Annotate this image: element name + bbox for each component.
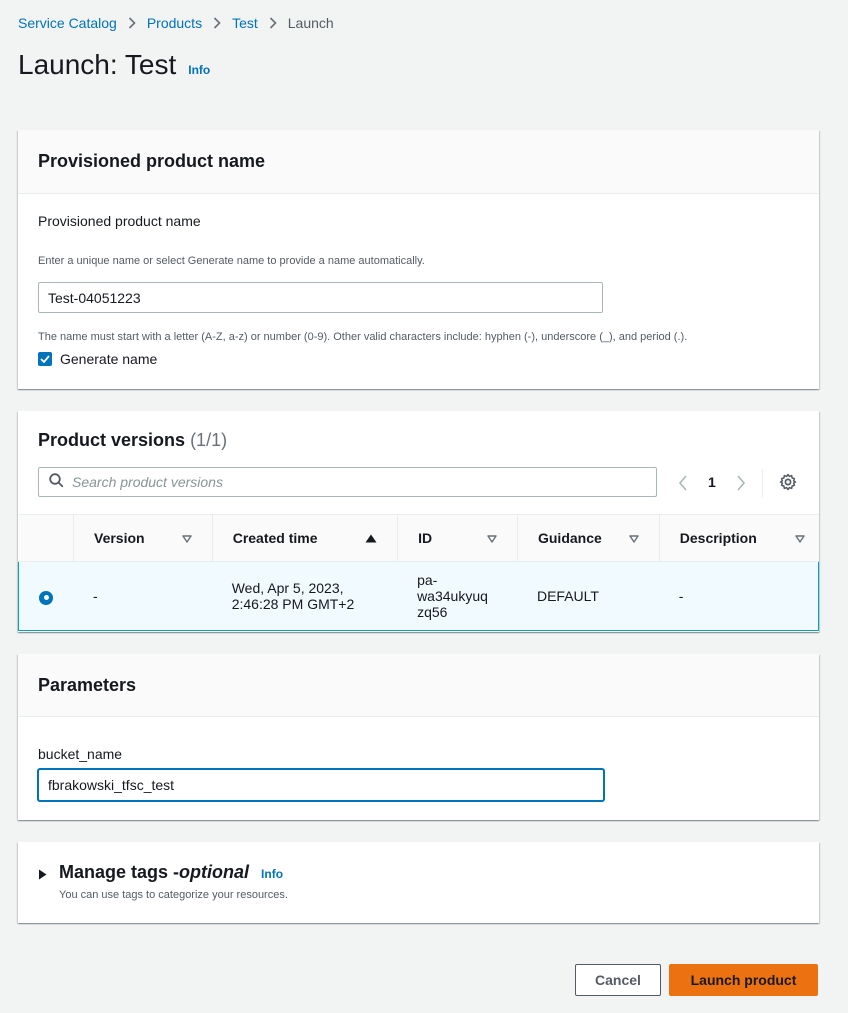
id-line: pa- [417, 572, 438, 588]
divider [762, 469, 763, 497]
table-header-row: Version Created time ID Guidance Descrip… [18, 514, 819, 562]
product-versions-panel: Product versions (1/1) Search product ve… [18, 411, 819, 632]
sort-caret-down-icon [629, 530, 639, 546]
cancel-button[interactable]: Cancel [575, 964, 661, 996]
info-link[interactable]: Info [188, 63, 210, 77]
row-select-cell[interactable] [18, 561, 73, 631]
chevron-right-icon [213, 17, 221, 29]
panel-title: Provisioned product name [38, 151, 266, 171]
search-placeholder: Search product versions [72, 474, 223, 490]
product-name-input[interactable]: Test-04051223 [38, 282, 603, 313]
cell-created-time: Wed, Apr 5, 2023, 2:46:28 PM GMT+2 [211, 561, 398, 631]
versions-title: Product versions [38, 430, 186, 450]
breadcrumb-current: Launch [287, 15, 334, 31]
gear-icon[interactable] [779, 473, 797, 494]
column-header-guidance[interactable]: Guidance [516, 514, 659, 562]
sort-caret-down-icon [182, 530, 192, 546]
pagination-next-icon[interactable] [736, 475, 746, 494]
column-header-created-time[interactable]: Created time [211, 514, 398, 562]
versions-count: (1/1) [190, 430, 228, 450]
pagination-current-page[interactable]: 1 [708, 474, 716, 490]
page-title-text: Launch: Test [18, 49, 177, 80]
panel-title: Product versions (1/1) [38, 430, 227, 451]
breadcrumb-products[interactable]: Products [147, 15, 202, 31]
cell-version: - [73, 561, 212, 631]
radio-selected-icon[interactable] [39, 590, 53, 605]
column-header-select [18, 514, 73, 562]
cell-id: pa- wa34ukyuq zq56 [397, 561, 517, 631]
sort-caret-down-icon [487, 530, 497, 546]
search-input[interactable]: Search product versions [38, 467, 657, 497]
field-constraint: The name must start with a letter (A-Z, … [38, 331, 688, 343]
provisioned-name-panel: Provisioned product name Provisioned pro… [18, 130, 819, 389]
column-label: Version [94, 530, 145, 546]
tags-title-optional: optional [179, 862, 250, 882]
column-header-id[interactable]: ID [397, 514, 517, 562]
search-icon [49, 473, 64, 491]
column-label: Guidance [537, 530, 602, 546]
cell-description: - [658, 561, 819, 631]
column-header-version[interactable]: Version [73, 514, 212, 562]
parameters-panel: Parameters bucket_name fbrakowski_tfsc_t… [18, 654, 819, 820]
panel-header: Parameters [18, 654, 819, 717]
id-line: zq56 [417, 604, 448, 620]
created-line: Wed, Apr 5, 2023, [231, 580, 344, 596]
column-label: Created time [232, 530, 318, 546]
chevron-right-icon [269, 17, 277, 29]
launch-product-button[interactable]: Launch product [669, 964, 818, 996]
column-header-description[interactable]: Description [658, 514, 819, 562]
generate-name-label: Generate name [60, 351, 158, 367]
column-label: Description [679, 530, 757, 546]
breadcrumb-test[interactable]: Test [232, 15, 258, 31]
versions-table: Version Created time ID Guidance Descrip… [18, 514, 819, 631]
breadcrumb: Service Catalog Products Test Launch [18, 15, 334, 31]
tags-title-main: Manage tags - [59, 862, 180, 882]
caret-right-icon[interactable] [38, 867, 47, 883]
field-description: Enter a unique name or select Generate n… [38, 255, 425, 267]
field-label: Provisioned product name [38, 213, 201, 229]
panel-title: Parameters [38, 674, 137, 695]
bucket-name-input[interactable]: fbrakowski_tfsc_test [38, 769, 604, 801]
cell-guidance: DEFAULT [516, 561, 659, 631]
created-line: 2:46:28 PM GMT+2 [231, 596, 355, 612]
page-title: Launch: Test Info [18, 49, 210, 81]
sort-ascending-icon [365, 530, 377, 546]
bucket-name-label: bucket_name [38, 746, 123, 762]
panel-header: Provisioned product name [18, 130, 819, 194]
generate-name-checkbox-row[interactable]: Generate name [38, 351, 157, 367]
info-link[interactable]: Info [261, 867, 283, 881]
pagination-prev-icon[interactable] [678, 475, 688, 494]
checkbox-checked-icon[interactable] [38, 352, 52, 366]
sort-caret-down-icon [794, 530, 805, 546]
manage-tags-title[interactable]: Manage tags - optional Info [59, 862, 283, 883]
tags-description: You can use tags to categorize your reso… [59, 889, 288, 901]
column-label: ID [418, 530, 433, 546]
id-line: wa34ukyuq [417, 588, 488, 604]
table-row[interactable]: - Wed, Apr 5, 2023, 2:46:28 PM GMT+2 pa-… [18, 561, 819, 631]
breadcrumb-service-catalog[interactable]: Service Catalog [18, 15, 117, 31]
manage-tags-panel[interactable]: Manage tags - optional Info You can use … [18, 842, 819, 923]
chevron-right-icon [128, 17, 136, 29]
